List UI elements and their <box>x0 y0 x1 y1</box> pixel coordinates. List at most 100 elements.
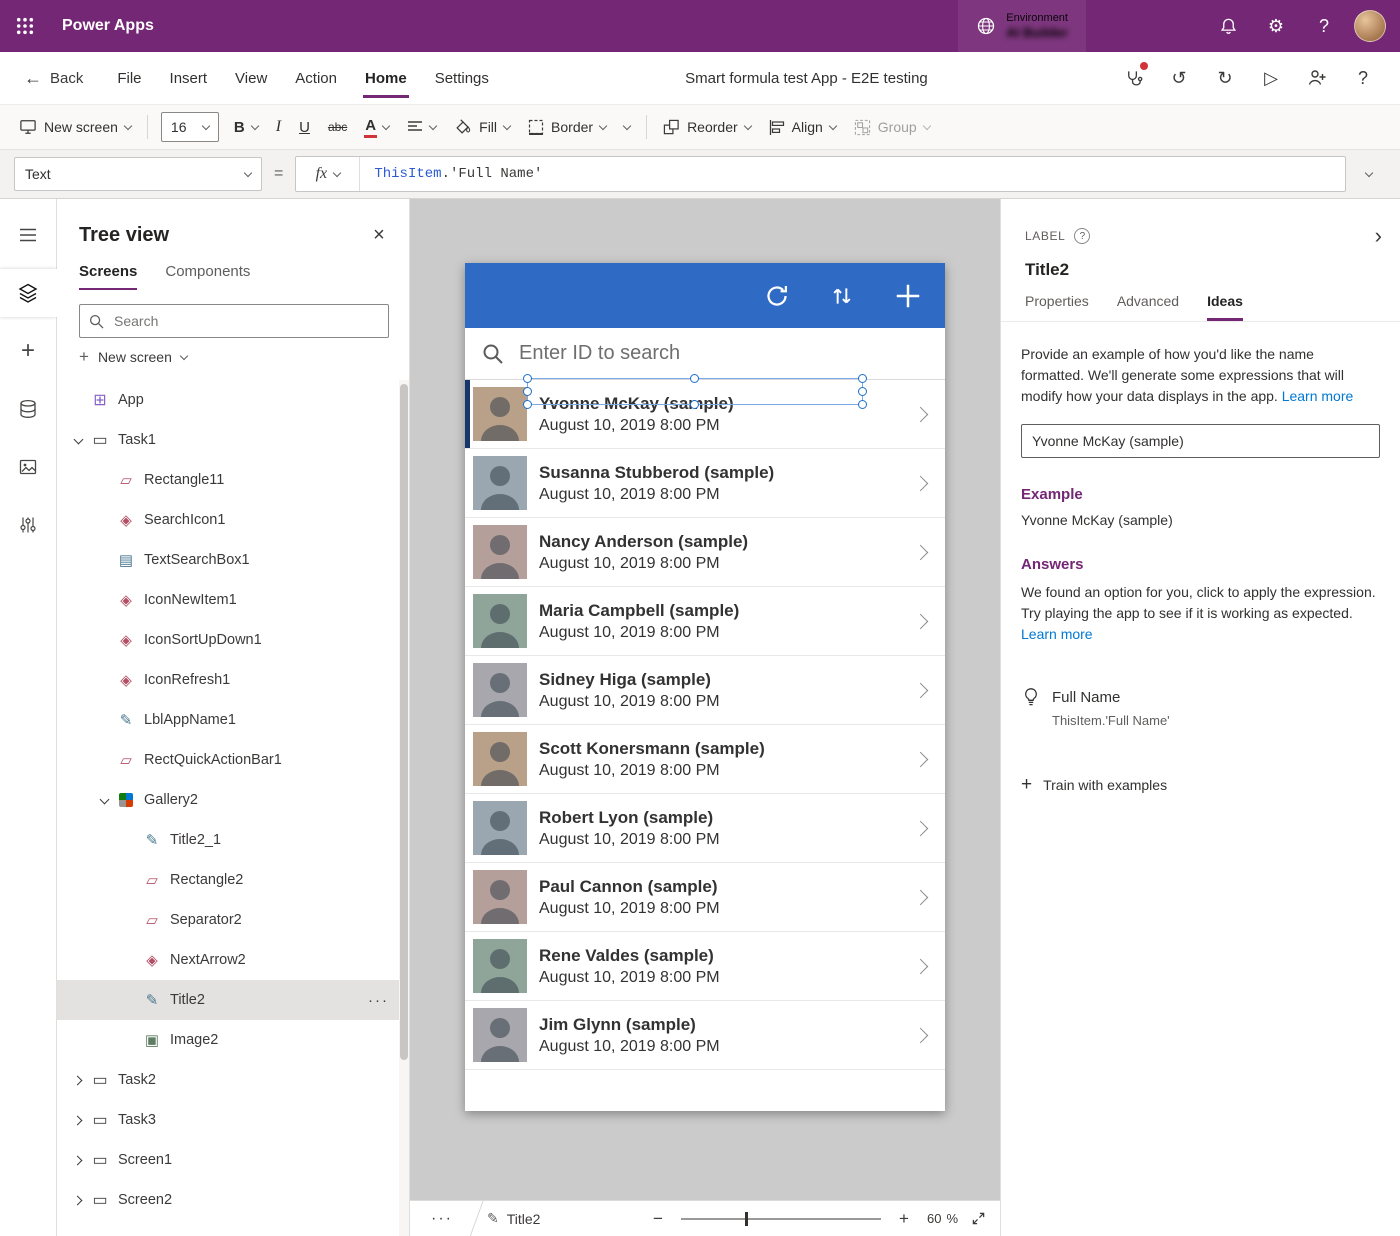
help-circle-icon[interactable]: ? <box>1074 228 1090 244</box>
app-checker-button[interactable] <box>1110 52 1156 104</box>
tab-components[interactable]: Components <box>165 263 250 290</box>
rail-advanced-tools-button[interactable] <box>0 501 57 549</box>
zoom-out-button[interactable]: − <box>648 1209 668 1229</box>
gallery-item-subtitle[interactable]: August 10, 2019 8:00 PM <box>539 624 739 642</box>
tree-item[interactable]: Rectangle2 <box>57 860 409 900</box>
tree-item[interactable]: RectQuickActionBar1 <box>57 740 409 780</box>
tree-item[interactable]: Rectangle11 <box>57 460 409 500</box>
example-input[interactable] <box>1021 424 1380 458</box>
gallery-item[interactable]: Paul Cannon (sample) August 10, 2019 8:0… <box>465 863 945 932</box>
gallery-item[interactable]: Nancy Anderson (sample) August 10, 2019 … <box>465 518 945 587</box>
tree-item[interactable]: IconSortUpDown1 <box>57 620 409 660</box>
redo-button[interactable]: ↻ <box>1202 52 1248 104</box>
tree-expand-chevron[interactable] <box>67 438 89 443</box>
back-button[interactable]: ← Back <box>14 52 93 104</box>
group-button[interactable]: Group <box>845 110 939 144</box>
tree-item[interactable]: Task2 <box>57 1060 409 1100</box>
fx-selector[interactable]: fx <box>296 157 360 191</box>
sort-icon-control[interactable] <box>829 283 855 309</box>
tree-item[interactable]: Task3 <box>57 1100 409 1140</box>
tree-item[interactable]: LblAppName1 <box>57 700 409 740</box>
help-menu-button[interactable]: ? <box>1340 52 1386 104</box>
gallery-item-title[interactable]: Nancy Anderson (sample) <box>539 532 748 552</box>
suggested-formula[interactable]: Full Name <box>1021 687 1380 707</box>
gallery-item-title[interactable]: Robert Lyon (sample) <box>539 808 720 828</box>
text-align-button[interactable] <box>398 110 445 144</box>
new-screen-button[interactable]: New screen <box>10 110 140 144</box>
gallery-item-chevron[interactable] <box>895 656 945 724</box>
gallery-item-chevron[interactable] <box>895 380 945 448</box>
gallery-item-title[interactable]: Maria Campbell (sample) <box>539 601 739 621</box>
learn-more-link[interactable]: Learn more <box>1282 388 1354 404</box>
menu-insert[interactable]: Insert <box>156 52 222 104</box>
train-with-examples-button[interactable]: + Train with examples <box>1021 774 1167 796</box>
gallery-item-subtitle[interactable]: August 10, 2019 8:00 PM <box>539 555 748 573</box>
gallery-item-title[interactable]: Scott Konersmann (sample) <box>539 739 765 759</box>
gallery-item-chevron[interactable] <box>895 932 945 1000</box>
user-avatar[interactable] <box>1354 10 1386 42</box>
gallery-item[interactable]: Yvonne McKay (sample) August 10, 2019 8:… <box>465 380 945 449</box>
tree-item[interactable]: Screen2 <box>57 1180 409 1220</box>
selection-handle[interactable] <box>858 374 867 383</box>
tree-item[interactable]: Task1 <box>57 420 409 460</box>
gallery-item[interactable]: Sidney Higa (sample) August 10, 2019 8:0… <box>465 656 945 725</box>
gallery-item-subtitle[interactable]: August 10, 2019 8:00 PM <box>539 486 774 504</box>
gallery-item[interactable]: Robert Lyon (sample) August 10, 2019 8:0… <box>465 794 945 863</box>
gallery-item[interactable]: Susanna Stubberod (sample) August 10, 20… <box>465 449 945 518</box>
rail-insert-button[interactable]: + <box>0 327 57 375</box>
add-item-icon-control[interactable] <box>893 281 923 311</box>
tree-search-box[interactable] <box>79 304 389 338</box>
tab-properties[interactable]: Properties <box>1025 293 1089 321</box>
gallery-item-title[interactable]: Sidney Higa (sample) <box>539 670 720 690</box>
gallery-item-title[interactable]: Paul Cannon (sample) <box>539 877 720 897</box>
tab-advanced[interactable]: Advanced <box>1117 293 1179 321</box>
tree-new-screen-button[interactable]: + New screen <box>57 338 409 376</box>
selected-control-indicator[interactable]: ✎ Title2 <box>487 1210 540 1227</box>
tree-item[interactable]: IconNewItem1 <box>57 580 409 620</box>
selection-box[interactable] <box>527 378 863 405</box>
rail-media-button[interactable] <box>0 443 57 491</box>
gallery-item-title[interactable]: Susanna Stubberod (sample) <box>539 463 774 483</box>
play-button[interactable]: ▷ <box>1248 52 1294 104</box>
gallery-item[interactable]: Maria Campbell (sample) August 10, 2019 … <box>465 587 945 656</box>
search-box-control[interactable] <box>465 328 945 380</box>
selection-handle[interactable] <box>858 387 867 396</box>
menu-file[interactable]: File <box>103 52 155 104</box>
selection-handle[interactable] <box>690 400 699 409</box>
refresh-icon-control[interactable] <box>763 282 791 310</box>
answers-learn-more-link[interactable]: Learn more <box>1021 626 1093 642</box>
gallery-item-subtitle[interactable]: August 10, 2019 8:00 PM <box>539 762 765 780</box>
tree-expand-chevron[interactable] <box>67 1077 89 1084</box>
gallery-item-subtitle[interactable]: August 10, 2019 8:00 PM <box>539 900 720 918</box>
border-button[interactable]: Border <box>519 110 615 144</box>
gallery-search-input[interactable] <box>517 341 929 366</box>
menu-view[interactable]: View <box>221 52 281 104</box>
environment-picker[interactable]: Environment AI Builder <box>958 0 1086 52</box>
tree-item[interactable]: TextSearchBox1 <box>57 540 409 580</box>
tree-scrollbar-thumb[interactable] <box>400 384 408 1060</box>
gallery-item-chevron[interactable] <box>895 863 945 931</box>
tree-scrollbar[interactable] <box>399 380 409 1236</box>
gallery-item-title[interactable]: Jim Glynn (sample) <box>539 1015 720 1035</box>
help-button[interactable]: ? <box>1300 0 1348 52</box>
italic-button[interactable]: I <box>267 110 290 144</box>
selection-handle[interactable] <box>523 400 532 409</box>
fit-to-window-button[interactable] <box>971 1211 986 1226</box>
menu-settings[interactable]: Settings <box>421 52 503 104</box>
gallery-item[interactable]: Jim Glynn (sample) August 10, 2019 8:00 … <box>465 1001 945 1070</box>
menu-action[interactable]: Action <box>281 52 351 104</box>
selection-handle[interactable] <box>858 400 867 409</box>
tree-item[interactable]: SearchIcon1 <box>57 500 409 540</box>
zoom-slider[interactable] <box>681 1218 881 1220</box>
collapse-panel-button[interactable]: › <box>1375 225 1382 247</box>
tree-item[interactable]: NextArrow2 <box>57 940 409 980</box>
tree-expand-chevron[interactable] <box>67 1157 89 1164</box>
close-tree-view-button[interactable]: × <box>363 219 395 251</box>
strikethrough-button[interactable]: abc <box>319 110 356 144</box>
rail-data-button[interactable] <box>0 385 57 433</box>
tree-item[interactable]: Title2 ··· <box>57 980 409 1020</box>
property-selector[interactable]: Text <box>14 157 262 191</box>
formula-expression[interactable]: ThisItem.'Full Name' <box>360 157 556 191</box>
align-button[interactable]: Align <box>760 110 845 144</box>
font-color-button[interactable]: A <box>356 110 398 144</box>
